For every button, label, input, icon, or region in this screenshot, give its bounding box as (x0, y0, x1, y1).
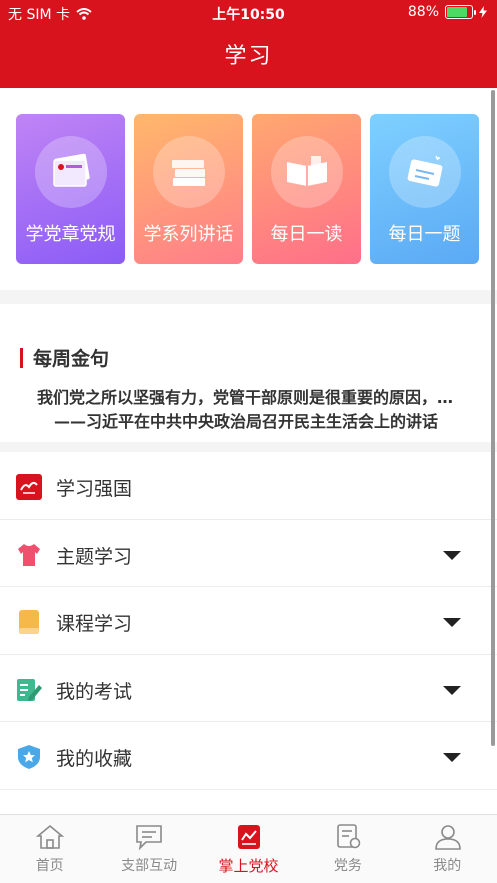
menu-item-label: 我的考试 (56, 680, 133, 703)
menu-item-xuexi-qiangguo[interactable]: 学习强国 (0, 452, 497, 520)
page-title: 学习 (224, 44, 273, 69)
chevron-down-icon[interactable] (443, 685, 461, 695)
tab-home[interactable]: 首页 (0, 815, 99, 883)
top-bar: 无 SIM 卡 上午10:50 88% 学习 (0, 0, 497, 88)
open-book-icon (271, 136, 343, 208)
menu-item-theme-study[interactable]: 主题学习 (0, 520, 497, 587)
menu-item-my-exams[interactable]: 我的考试 (0, 655, 497, 722)
tab-label: 党务 (333, 858, 362, 874)
school-book-icon (237, 825, 260, 849)
card-daily-read[interactable]: 每日一读 (252, 114, 361, 264)
exam-edit-icon (17, 678, 42, 701)
section-divider (0, 290, 497, 304)
shield-star-icon (18, 745, 40, 769)
menu-item-label: 主题学习 (56, 545, 133, 568)
course-book-icon (19, 610, 39, 634)
menu-item-label: 课程学习 (56, 613, 133, 635)
accent-bar (20, 347, 23, 368)
tab-label: 首页 (35, 858, 64, 874)
tab-branch-interaction[interactable]: 支部互动 (99, 815, 198, 883)
menu-item-my-favorites[interactable]: 我的收藏 (0, 722, 497, 790)
weekly-quote-text[interactable]: 我们党之所以坚强有力，党管干部原则是很重要的原因，… (37, 384, 477, 408)
menu-item-course-study[interactable]: 课程学习 (0, 587, 497, 655)
tab-party-school[interactable]: 掌上党校 (199, 815, 298, 883)
chevron-down-icon[interactable] (443, 550, 461, 560)
xuexi-logo-icon (16, 474, 42, 500)
battery-icon (445, 5, 476, 19)
battery-group: 88% (408, 4, 487, 20)
card-series-speeches[interactable]: 学系列讲话 (134, 114, 243, 264)
weekly-quote-header: 每周金句 (20, 344, 109, 371)
card-label: 学党章党规 (25, 224, 116, 245)
chevron-down-icon[interactable] (443, 753, 461, 762)
card-label: 学系列讲话 (143, 224, 234, 245)
chat-icon (136, 825, 163, 851)
chevron-down-icon[interactable] (443, 618, 461, 627)
home-icon (35, 824, 65, 849)
study-menu-list: 学习强国 主题学习 课程学习 我的考试 我的收藏 (0, 452, 497, 790)
party-affairs-icon (337, 824, 361, 849)
card-party-rules[interactable]: 学党章党规 (16, 114, 125, 264)
card-label: 每日一读 (270, 224, 343, 245)
weekly-quote-source: ——习近平在中共中央政治局召开民主生活会上的讲话 (54, 412, 439, 431)
status-bar: 无 SIM 卡 上午10:50 88% (0, 0, 497, 26)
shirt-icon (18, 543, 40, 566)
menu-item-label: 我的收藏 (56, 748, 133, 770)
bottom-tab-bar: 首页 支部互动 掌上党校 党务 我的 (0, 814, 497, 883)
party-book-icon (35, 136, 107, 208)
book-stack-icon (153, 136, 225, 208)
tab-label: 支部互动 (121, 858, 178, 874)
card-daily-question[interactable]: 每日一题 (370, 114, 479, 264)
scrollbar[interactable] (491, 90, 495, 746)
charging-bolt-icon (479, 6, 487, 18)
tab-mine[interactable]: 我的 (398, 815, 497, 883)
weekly-quote-title: 每周金句 (33, 348, 110, 370)
tab-party-affairs[interactable]: 党务 (298, 815, 397, 883)
menu-item-label: 学习强国 (56, 478, 133, 500)
card-label: 每日一题 (388, 224, 461, 245)
tab-label: 掌上党校 (218, 857, 279, 875)
battery-percent: 88% (407, 4, 439, 20)
study-cards: 学党章党规 学系列讲话 每日一读 每日一题 (16, 114, 481, 264)
section-divider (0, 442, 497, 452)
quiz-card-icon (389, 136, 461, 208)
profile-icon (434, 825, 461, 850)
tab-label: 我的 (433, 858, 462, 874)
